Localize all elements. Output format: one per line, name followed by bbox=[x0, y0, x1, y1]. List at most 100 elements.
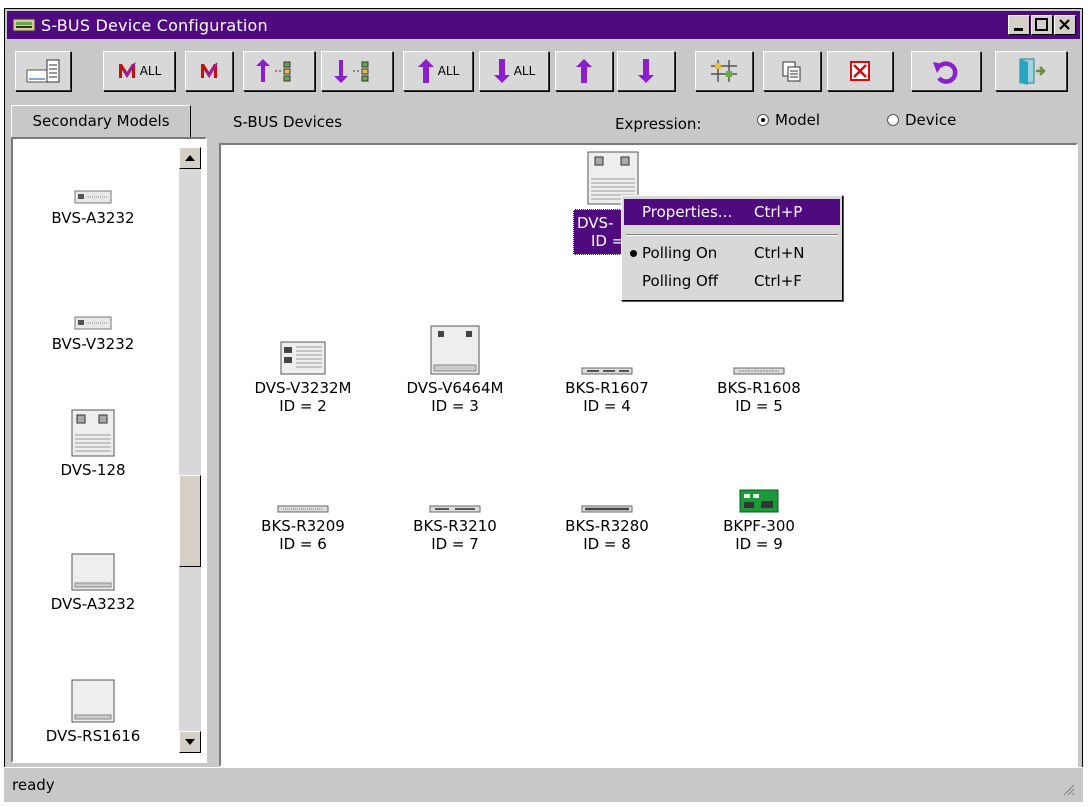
menu-item-polling-off[interactable]: Polling Off Ctrl+F bbox=[624, 268, 840, 294]
device-name: DVS-V6464M bbox=[406, 379, 504, 397]
triangle-up-icon bbox=[185, 155, 195, 161]
bullet-icon bbox=[630, 250, 637, 257]
arrow-up-tree-icon bbox=[256, 59, 291, 82]
exit-button[interactable] bbox=[995, 51, 1067, 91]
title-bar[interactable]: S-BUS Device Configuration bbox=[7, 11, 1080, 39]
secondary-models-panel: BVS-A3232 BVS-V3232 DVS-128 DVS-A3232 DV… bbox=[11, 137, 207, 763]
device-id: ID = 5 bbox=[735, 397, 783, 415]
device-name: BKS-R3280 bbox=[565, 517, 649, 535]
maximize-icon bbox=[1035, 18, 1048, 31]
app-icon bbox=[13, 18, 35, 32]
device-id: ID = 3 bbox=[431, 397, 479, 415]
device-name: BKS-R1608 bbox=[717, 379, 801, 397]
undo-button[interactable] bbox=[911, 51, 981, 91]
router-device-icon bbox=[581, 505, 633, 513]
device-id: ID = 7 bbox=[431, 535, 479, 553]
arrow-down-icon bbox=[638, 59, 654, 83]
frame-device-icon bbox=[430, 325, 480, 375]
toolbar: ALL ALL ALL bbox=[5, 43, 1082, 101]
tab-secondary-models[interactable]: Secondary Models bbox=[11, 105, 191, 139]
check-button[interactable] bbox=[185, 51, 233, 91]
close-button[interactable] bbox=[1054, 15, 1076, 35]
model-name: BVS-V3232 bbox=[51, 335, 135, 353]
maximize-button[interactable] bbox=[1031, 15, 1053, 35]
radio-model[interactable]: Model bbox=[757, 111, 820, 129]
model-item[interactable]: DVS-128 bbox=[13, 409, 173, 479]
delete-icon bbox=[850, 61, 870, 81]
device-item[interactable]: BKS-R3210 ID = 7 bbox=[375, 459, 535, 553]
menu-item-polling-on[interactable]: Polling On Ctrl+N bbox=[624, 240, 840, 266]
device-name: DVS-V3232M bbox=[254, 379, 352, 397]
radio-button-selected[interactable] bbox=[757, 114, 769, 126]
arrow-up-icon bbox=[417, 59, 434, 83]
copy-icon bbox=[782, 61, 801, 82]
device-item[interactable]: BKS-R1608 ID = 5 bbox=[679, 321, 839, 415]
device-id: ID = 8 bbox=[583, 535, 631, 553]
frame-device-icon bbox=[71, 409, 115, 457]
router-device-icon bbox=[74, 190, 112, 204]
copy-button[interactable] bbox=[763, 51, 821, 91]
scroll-up-button[interactable] bbox=[179, 147, 201, 169]
connect-button[interactable] bbox=[695, 51, 753, 91]
sbus-devices-canvas[interactable]: DVS- ID = DVS-V3232M ID = 2 DVS-V6464M I… bbox=[219, 143, 1078, 767]
model-name: DVS-A3232 bbox=[50, 595, 136, 613]
menu-item-label: Polling Off bbox=[642, 272, 719, 290]
close-icon bbox=[1059, 19, 1070, 30]
menu-item-label: Polling On bbox=[642, 244, 718, 262]
device-id: ID = 9 bbox=[735, 535, 783, 553]
resize-grip-icon[interactable] bbox=[1061, 782, 1075, 796]
radio-button[interactable] bbox=[887, 114, 899, 126]
move-down-all-label: ALL bbox=[513, 64, 536, 78]
device-item[interactable]: BKS-R1607 ID = 4 bbox=[527, 321, 687, 415]
device-id: ID = 6 bbox=[279, 535, 327, 553]
main-window: S-BUS Device Configuration ALL ALL ALL S… bbox=[4, 8, 1083, 802]
model-item[interactable]: DVS-RS1616 bbox=[13, 679, 173, 745]
menu-item-label: Properties... bbox=[642, 203, 733, 221]
triangle-down-icon bbox=[185, 739, 195, 745]
frame-device-icon bbox=[71, 553, 115, 591]
check-all-label: ALL bbox=[139, 64, 162, 78]
device-item[interactable]: BKS-R3209 ID = 6 bbox=[223, 459, 383, 553]
device-item[interactable]: BKS-R3280 ID = 8 bbox=[527, 459, 687, 553]
model-name: DVS-RS1616 bbox=[45, 727, 141, 745]
model-item[interactable]: BVS-V3232 bbox=[13, 315, 173, 353]
check-all-button[interactable]: ALL bbox=[103, 51, 175, 91]
radio-model-label: Model bbox=[775, 111, 821, 129]
scroll-thumb[interactable] bbox=[179, 475, 201, 567]
move-down-to-tree-button[interactable] bbox=[321, 51, 393, 91]
undo-icon bbox=[933, 61, 958, 84]
model-name: DVS-128 bbox=[60, 461, 126, 479]
radio-device[interactable]: Device bbox=[887, 111, 956, 129]
frame-device-icon bbox=[280, 341, 326, 375]
check-icon bbox=[201, 62, 218, 78]
delete-button[interactable] bbox=[827, 51, 893, 91]
router-device-icon bbox=[733, 367, 785, 375]
device-list-icon bbox=[26, 59, 60, 83]
move-up-button[interactable] bbox=[555, 51, 613, 91]
move-up-all-button[interactable]: ALL bbox=[403, 51, 473, 91]
device-name: BKS-R3209 bbox=[261, 517, 345, 535]
menu-item-shortcut: Ctrl+P bbox=[754, 203, 803, 221]
scroll-down-button[interactable] bbox=[179, 731, 201, 753]
device-name: BKS-R1607 bbox=[565, 379, 649, 397]
device-item[interactable]: DVS-V3232M ID = 2 bbox=[223, 321, 383, 415]
menu-item-properties[interactable]: Properties... Ctrl+P bbox=[624, 199, 840, 225]
move-up-all-label: ALL bbox=[437, 64, 460, 78]
status-bar: ready bbox=[4, 767, 1083, 802]
move-up-to-tree-button[interactable] bbox=[243, 51, 315, 91]
arrow-down-tree-icon bbox=[334, 60, 369, 83]
exit-door-icon bbox=[1019, 58, 1046, 85]
move-down-button[interactable] bbox=[617, 51, 675, 91]
model-name: BVS-A3232 bbox=[51, 209, 135, 227]
device-item[interactable]: DVS-V6464M ID = 3 bbox=[375, 321, 535, 415]
router-device-icon bbox=[277, 505, 329, 513]
move-down-all-button[interactable]: ALL bbox=[479, 51, 549, 91]
vertical-scrollbar[interactable] bbox=[179, 147, 201, 753]
minimize-button[interactable] bbox=[1008, 15, 1030, 35]
model-item[interactable]: DVS-A3232 bbox=[13, 553, 173, 613]
device-name: BKPF-300 bbox=[723, 517, 795, 535]
circuit-board-icon bbox=[739, 489, 779, 513]
model-item[interactable]: BVS-A3232 bbox=[13, 189, 173, 227]
device-list-button[interactable] bbox=[15, 51, 71, 91]
device-item[interactable]: BKPF-300 ID = 9 bbox=[679, 459, 839, 553]
